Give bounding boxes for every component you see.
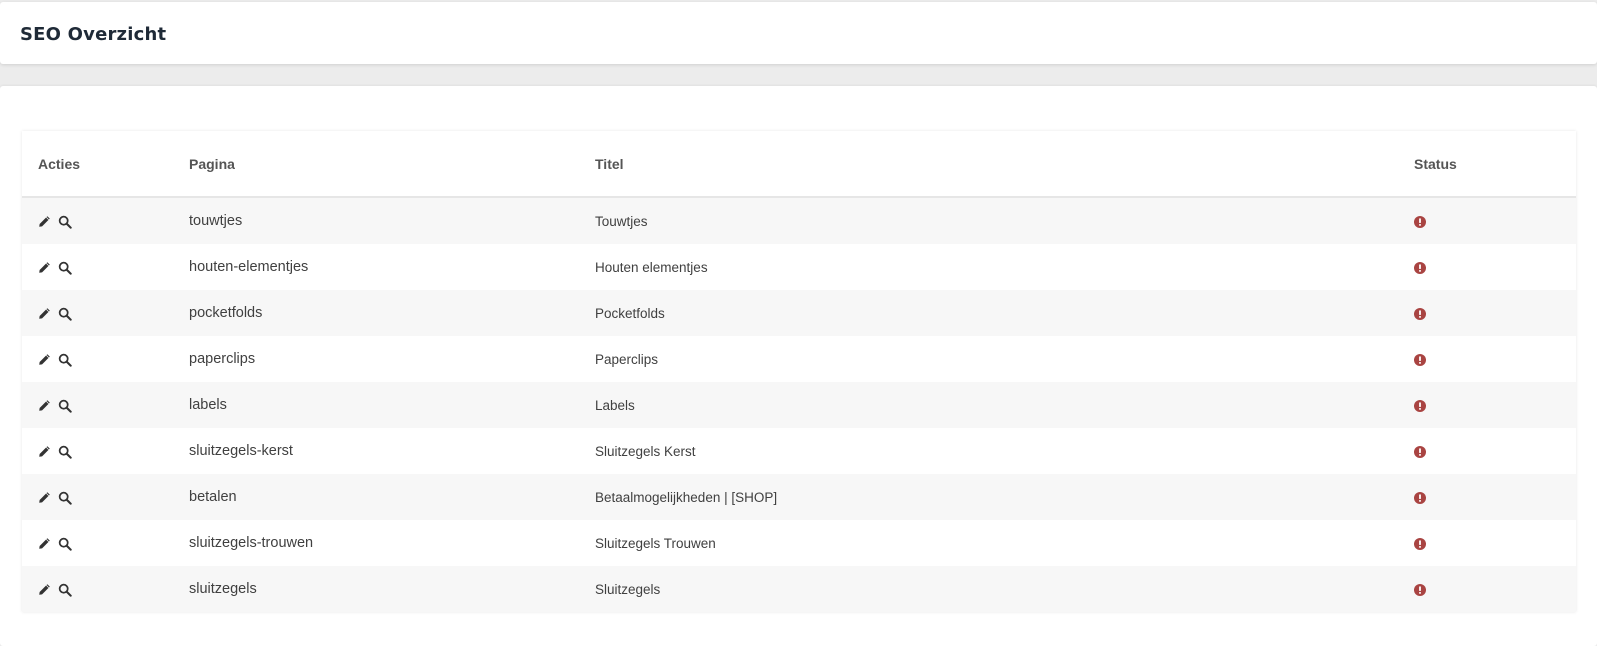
column-header-status: Status xyxy=(1398,131,1576,198)
table-header: Acties Pagina Titel Status xyxy=(22,131,1576,198)
exclamation-circle-icon xyxy=(1414,354,1426,367)
pencil-icon[interactable] xyxy=(38,399,52,413)
table-body: touwtjes Touwtjes houten-elementjes Houten … xyxy=(22,197,1576,612)
page-cell: paperclips xyxy=(189,351,256,367)
table-row: labels Labels xyxy=(22,382,1576,428)
seo-table: Acties Pagina Titel Status touwtjes Touwt… xyxy=(22,131,1576,612)
actions-cell xyxy=(22,428,173,474)
actions-cell xyxy=(22,520,173,566)
pencil-icon[interactable] xyxy=(38,307,52,321)
status-cell xyxy=(1398,244,1576,290)
pencil-icon[interactable] xyxy=(38,491,52,505)
table-row: houten-elementjes Houten elementjes xyxy=(22,244,1576,290)
actions-cell xyxy=(22,474,173,520)
exclamation-circle-icon xyxy=(1414,446,1426,459)
status-cell xyxy=(1398,428,1576,474)
status-cell xyxy=(1398,197,1576,244)
page-header: SEO Overzicht xyxy=(0,2,1597,64)
page-cell: betalen xyxy=(189,489,237,505)
header-row: Acties Pagina Titel Status xyxy=(22,131,1576,198)
actions-cell xyxy=(22,336,173,382)
exclamation-circle-icon xyxy=(1414,216,1426,229)
seo-table-container: Acties Pagina Titel Status touwtjes Touwt… xyxy=(22,131,1576,612)
actions-cell xyxy=(22,566,173,612)
table-row: sluitzegels-trouwen Sluitzegels Trouwen xyxy=(22,520,1576,566)
title-cell: Sluitzegels xyxy=(595,581,661,597)
exclamation-circle-icon xyxy=(1414,538,1426,551)
table-row: sluitzegels Sluitzegels xyxy=(22,566,1576,612)
actions-cell xyxy=(22,382,173,428)
pencil-icon[interactable] xyxy=(38,583,52,597)
status-cell xyxy=(1398,520,1576,566)
title-cell: Paperclips xyxy=(595,351,659,367)
title-cell: Pocketfolds xyxy=(595,305,665,321)
status-cell xyxy=(1398,382,1576,428)
page-cell: sluitzegels xyxy=(189,581,257,597)
actions-cell xyxy=(22,290,173,336)
pencil-icon[interactable] xyxy=(38,353,52,367)
column-header-actions: Acties xyxy=(22,131,173,198)
page-title: SEO Overzicht xyxy=(20,24,167,45)
column-header-page: Pagina xyxy=(173,131,579,198)
page-cell: pocketfolds xyxy=(189,305,263,321)
table-row: pocketfolds Pocketfolds xyxy=(22,290,1576,336)
title-cell: Sluitzegels Trouwen xyxy=(595,535,716,551)
title-cell: Sluitzegels Kerst xyxy=(595,443,696,459)
search-icon[interactable] xyxy=(58,491,72,505)
search-icon[interactable] xyxy=(58,399,72,413)
title-cell: Labels xyxy=(595,397,635,413)
search-icon[interactable] xyxy=(58,445,72,459)
pencil-icon[interactable] xyxy=(38,537,52,551)
title-cell: Houten elementjes xyxy=(595,259,708,275)
page-cell: sluitzegels-kerst xyxy=(189,443,293,459)
actions-cell xyxy=(22,197,173,244)
actions-cell xyxy=(22,244,173,290)
column-header-title: Titel xyxy=(579,131,1398,198)
page-cell: sluitzegels-trouwen xyxy=(189,535,314,551)
status-cell xyxy=(1398,474,1576,520)
exclamation-circle-icon xyxy=(1414,308,1426,321)
search-icon[interactable] xyxy=(58,583,72,597)
search-icon[interactable] xyxy=(58,353,72,367)
search-icon[interactable] xyxy=(58,215,72,229)
exclamation-circle-icon xyxy=(1414,492,1426,505)
status-cell xyxy=(1398,290,1576,336)
pencil-icon[interactable] xyxy=(38,261,52,275)
page-cell: touwtjes xyxy=(189,213,243,229)
pencil-icon[interactable] xyxy=(38,445,52,459)
content-panel: Acties Pagina Titel Status touwtjes Touwt… xyxy=(0,86,1597,646)
exclamation-circle-icon xyxy=(1414,400,1426,413)
table-row: sluitzegels-kerst Sluitzegels Kerst xyxy=(22,428,1576,474)
pencil-icon[interactable] xyxy=(38,215,52,229)
status-cell xyxy=(1398,336,1576,382)
search-icon[interactable] xyxy=(58,261,72,275)
search-icon[interactable] xyxy=(58,537,72,551)
table-row: betalen Betaalmogelijkheden | [SHOP] xyxy=(22,474,1576,520)
status-cell xyxy=(1398,566,1576,612)
exclamation-circle-icon xyxy=(1414,584,1426,597)
table-row: paperclips Paperclips xyxy=(22,336,1576,382)
search-icon[interactable] xyxy=(58,307,72,321)
title-cell: Betaalmogelijkheden | [SHOP] xyxy=(595,489,778,505)
page-cell: houten-elementjes xyxy=(189,259,309,275)
title-cell: Touwtjes xyxy=(595,213,648,229)
table-row: touwtjes Touwtjes xyxy=(22,197,1576,244)
page-cell: labels xyxy=(189,397,227,413)
exclamation-circle-icon xyxy=(1414,262,1426,275)
